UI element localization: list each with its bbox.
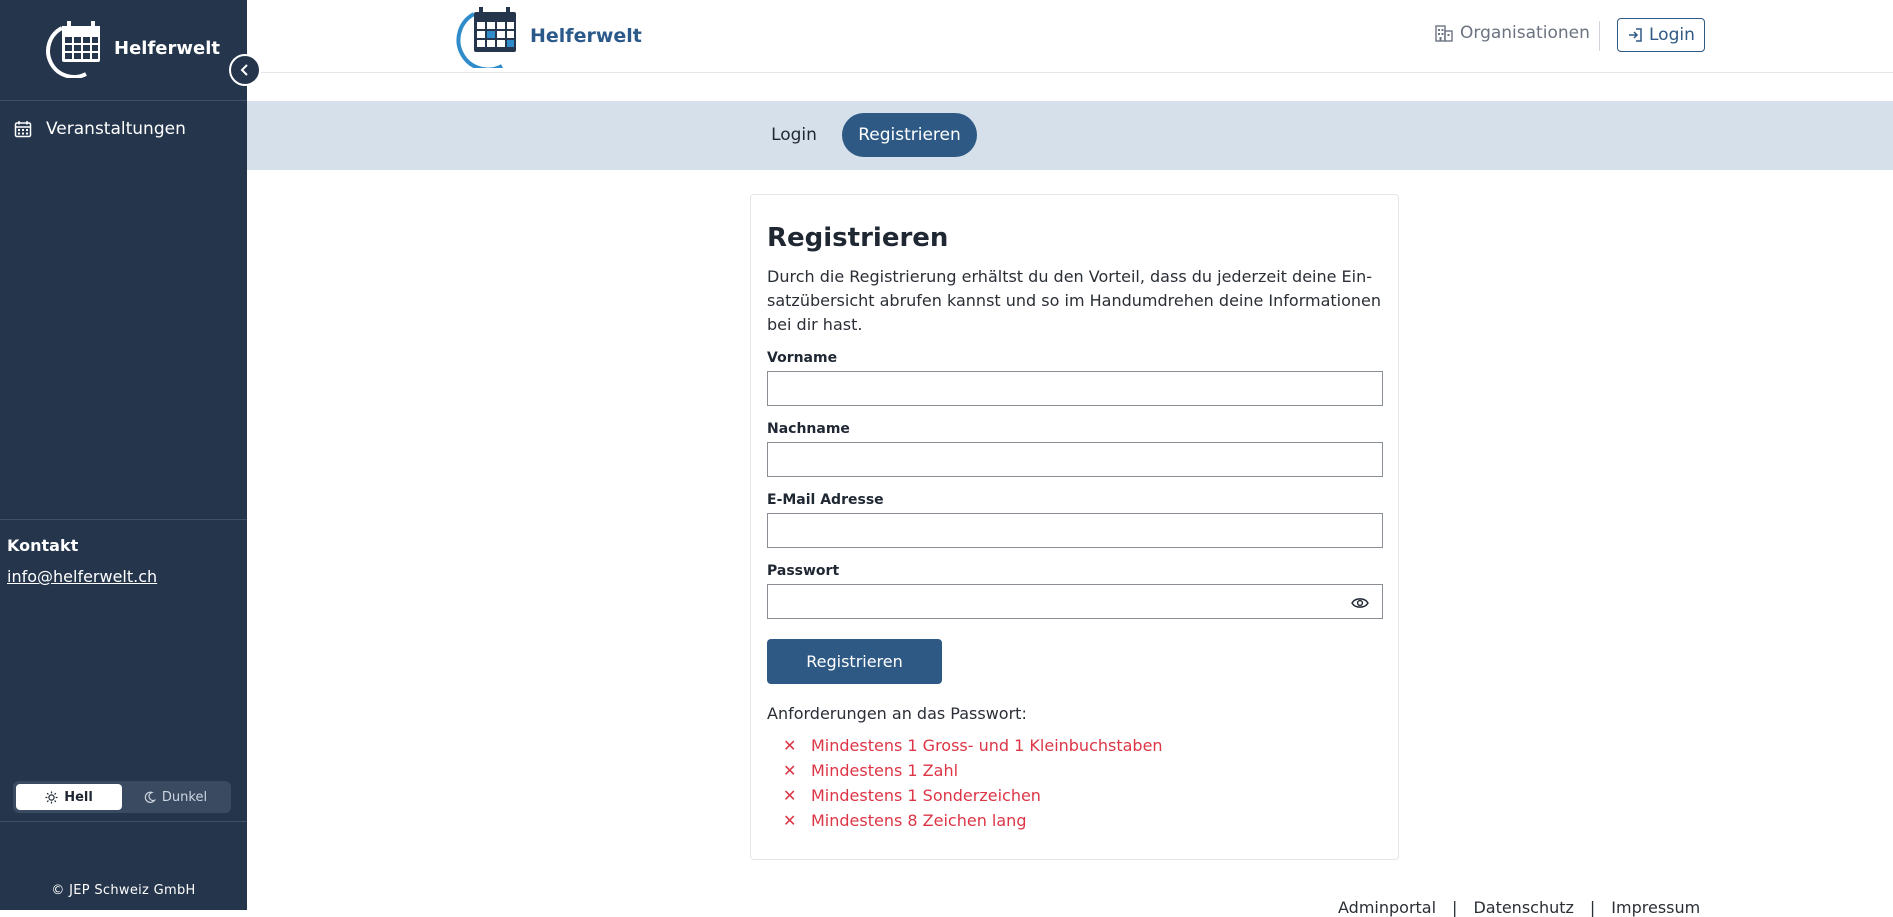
- requirement-text: Mindestens 1 Gross- und 1 Kleinbuchstabe…: [811, 736, 1163, 755]
- requirement-text: Mindestens 1 Zahl: [811, 761, 959, 780]
- password-label: Passwort: [767, 563, 840, 579]
- header-divider: [1599, 21, 1600, 51]
- theme-light-button[interactable]: Hell: [16, 784, 122, 810]
- email-label: E-Mail Adresse: [767, 492, 884, 508]
- lastname-label: Nachname: [767, 421, 850, 437]
- eye-icon: [1351, 598, 1369, 608]
- organisations-link[interactable]: Organisationen: [1434, 23, 1590, 43]
- helferwelt-logo-icon: [456, 7, 516, 68]
- firstname-input[interactable]: [767, 371, 1383, 406]
- password-requirements-heading: Anforderungen an das Passwort:: [767, 704, 1027, 723]
- register-description: Durch die Registrierung erhältst du den …: [767, 267, 1382, 334]
- footer-separator: |: [1589, 898, 1596, 917]
- list-item: ✕ Mindestens 8 Zeichen lang: [783, 808, 1163, 833]
- list-item: ✕ Mindestens 1 Sonderzeichen: [783, 783, 1163, 808]
- sidebar-divider: [0, 100, 247, 101]
- theme-switcher: Hell Dunkel: [13, 781, 231, 813]
- top-bar: Helferwelt Organisationen Login: [247, 0, 1893, 73]
- password-input[interactable]: [767, 584, 1383, 619]
- footer-link-datenschutz[interactable]: Datenschutz: [1473, 898, 1573, 917]
- sidebar: Helferwelt Veranstaltungen Kontakt info@…: [0, 0, 247, 910]
- header-logo[interactable]: Helferwelt: [450, 4, 642, 68]
- header-logo-text: Helferwelt: [530, 25, 642, 47]
- auth-tabs: Login Registrieren: [247, 101, 1893, 170]
- contact-email-link[interactable]: info@helferwelt.ch: [7, 567, 157, 586]
- close-icon: ✕: [783, 811, 797, 830]
- footer-link-impressum[interactable]: Impressum: [1611, 898, 1700, 917]
- close-icon: ✕: [783, 761, 797, 780]
- footer-links: Adminportal | Datenschutz | Impressum: [1338, 898, 1700, 917]
- sidebar-item-veranstaltungen[interactable]: Veranstaltungen: [14, 119, 186, 139]
- header-login-label: Login: [1649, 25, 1695, 45]
- tab-register[interactable]: Registrieren: [842, 113, 977, 157]
- show-password-toggle[interactable]: [1348, 593, 1372, 613]
- header-login-button[interactable]: Login: [1617, 18, 1705, 52]
- contact-heading: Kontakt: [7, 536, 79, 555]
- theme-light-label: Hell: [64, 789, 93, 805]
- list-item: ✕ Mindestens 1 Zahl: [783, 758, 1163, 783]
- requirement-text: Mindestens 1 Sonderzeichen: [811, 786, 1041, 805]
- chevron-left-icon: [240, 64, 248, 76]
- register-card: Registrieren Durch die Registrierung erh…: [750, 194, 1399, 860]
- theme-dark-label: Dunkel: [161, 789, 208, 805]
- sun-icon: [45, 790, 58, 804]
- moon-icon: [144, 791, 156, 803]
- firstname-label: Vorname: [767, 350, 838, 366]
- sidebar-collapse-button[interactable]: [229, 54, 261, 86]
- copyright-text: © JEP Schweiz GmbH: [51, 883, 196, 898]
- close-icon: ✕: [783, 736, 797, 755]
- organisations-label: Organisationen: [1460, 23, 1590, 43]
- close-icon: ✕: [783, 786, 797, 805]
- email-input[interactable]: [767, 513, 1383, 548]
- helferwelt-logo-icon: [46, 21, 100, 78]
- theme-dark-button[interactable]: Dunkel: [122, 784, 228, 810]
- sidebar-logo[interactable]: Helferwelt: [40, 18, 220, 78]
- list-item: ✕ Mindestens 1 Gross- und 1 Kleinbuchstab…: [783, 733, 1163, 758]
- lastname-input[interactable]: [767, 442, 1383, 477]
- footer-separator: |: [1452, 898, 1458, 917]
- sidebar-item-label: Veranstaltungen: [46, 119, 186, 139]
- tab-login[interactable]: Login: [761, 113, 827, 157]
- login-icon: [1629, 28, 1642, 42]
- sidebar-divider: [0, 519, 247, 520]
- footer-link-adminportal[interactable]: Adminportal: [1338, 898, 1436, 917]
- sidebar-logo-text: Helferwelt: [114, 37, 220, 59]
- register-title: Registrieren: [767, 223, 949, 253]
- sidebar-divider: [0, 821, 247, 822]
- calendar-icon: [14, 121, 32, 138]
- register-submit-button[interactable]: Registrieren: [767, 639, 942, 684]
- requirement-text: Mindestens 8 Zeichen lang: [811, 811, 1027, 830]
- building-icon: [1435, 25, 1453, 42]
- password-requirements-list: ✕ Mindestens 1 Gross- und 1 Kleinbuchstab…: [783, 733, 1163, 833]
